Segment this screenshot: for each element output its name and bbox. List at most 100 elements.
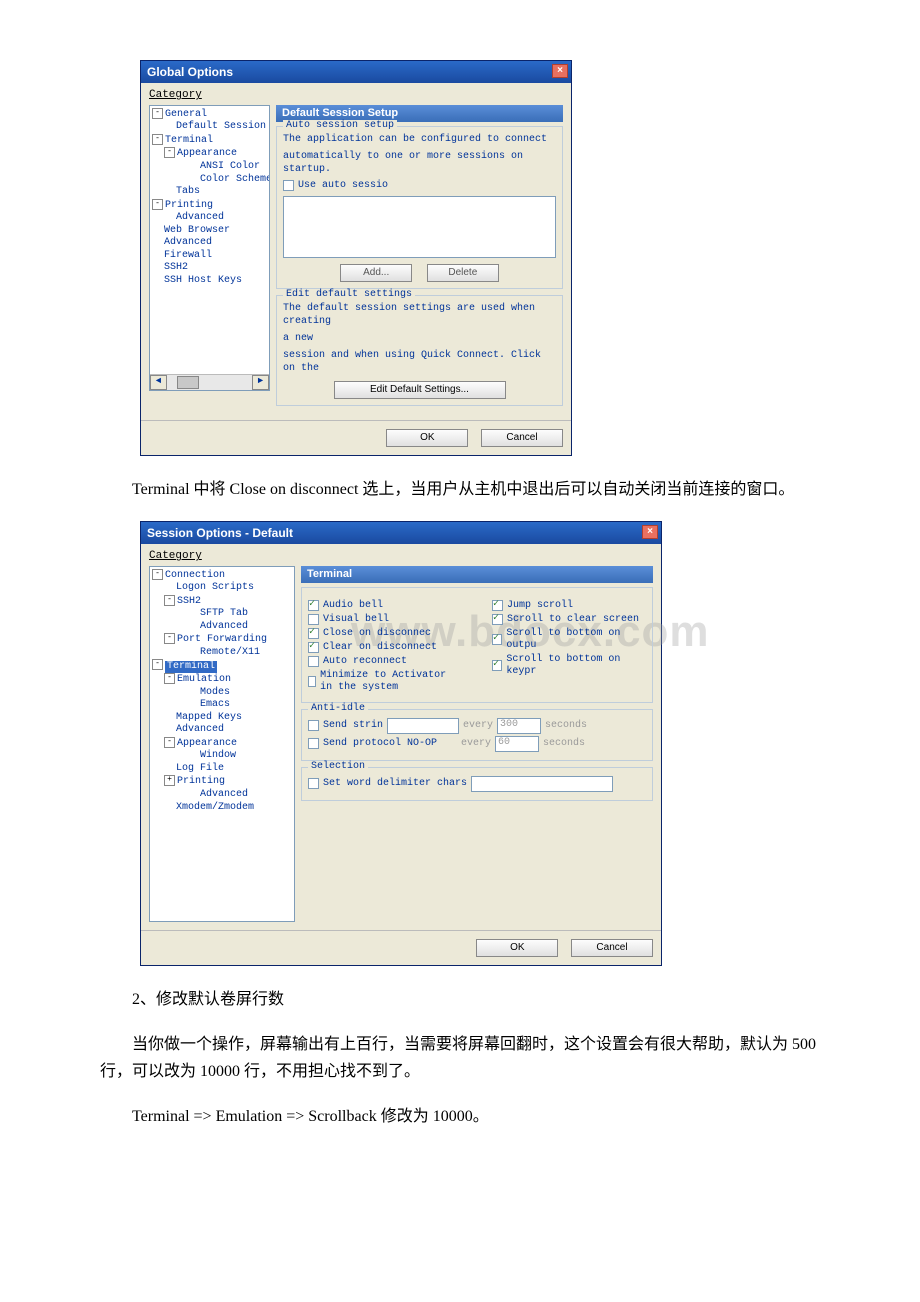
auto-reconnect-checkbox[interactable]: Auto reconnect <box>308 656 462 668</box>
audio-bell-checkbox[interactable]: Audio bell <box>308 600 462 612</box>
ok-button[interactable]: OK <box>386 429 468 447</box>
expand-icon[interactable]: - <box>152 108 163 119</box>
tree-item-advanced[interactable]: Advanced <box>176 212 224 223</box>
scroll-bottom-output-checkbox[interactable]: Scroll to bottom on outpu <box>492 628 646 652</box>
tree-item-sftp-tab[interactable]: SFTP Tab <box>200 608 248 619</box>
scroll-right-icon[interactable]: ► <box>252 375 269 390</box>
send-string-checkbox[interactable]: Send strin every 300 seconds <box>308 718 646 734</box>
tree-item-web-browser[interactable]: Web Browser <box>164 225 230 236</box>
tree-item-port-forwarding[interactable]: Port Forwarding <box>177 634 267 645</box>
category-tree[interactable]: -General Default Session -Terminal -Appe… <box>149 105 270 391</box>
category-tree[interactable]: -Connection Logon Scripts -SSH2 SFTP Tab… <box>149 566 295 922</box>
scroll-left-icon[interactable]: ◄ <box>150 375 167 390</box>
close-icon[interactable]: × <box>642 525 658 539</box>
expand-icon[interactable]: - <box>164 147 175 158</box>
tree-item-advanced[interactable]: Advanced <box>200 621 248 632</box>
tree-item-logon-scripts[interactable]: Logon Scripts <box>176 582 254 593</box>
checkbox-label: Use auto sessio <box>298 180 388 192</box>
group-title-edit: Edit default settings <box>283 289 415 301</box>
tree-item-default-session[interactable]: Default Session <box>176 121 266 132</box>
checkbox-icon[interactable] <box>308 614 319 625</box>
tree-item-appearance[interactable]: Appearance <box>177 738 237 749</box>
tree-item-xmodem[interactable]: Xmodem/Zmodem <box>176 802 254 813</box>
tree-item-remote-x11[interactable]: Remote/X11 <box>200 647 260 658</box>
scroll-clear-checkbox[interactable]: Scroll to clear screen <box>492 614 646 626</box>
tree-item-emacs[interactable]: Emacs <box>200 699 230 710</box>
expand-icon[interactable]: - <box>152 199 163 210</box>
clear-on-disconnect-checkbox[interactable]: Clear on disconnect <box>308 642 462 654</box>
use-auto-session-checkbox[interactable]: Use auto sessio <box>283 180 556 192</box>
tree-item-printing[interactable]: Printing <box>177 777 225 788</box>
tree-item-log-file[interactable]: Log File <box>176 763 224 774</box>
tree-item-advanced3[interactable]: Advanced <box>200 789 248 800</box>
checkbox-icon[interactable] <box>492 634 502 645</box>
dialog-titlebar[interactable]: Session Options - Default × <box>141 522 661 544</box>
visual-bell-checkbox[interactable]: Visual bell <box>308 614 462 626</box>
tree-item-general[interactable]: General <box>165 109 207 120</box>
checkbox-icon[interactable] <box>308 676 316 687</box>
send-string-input[interactable] <box>387 718 459 734</box>
word-delimiter-input[interactable] <box>471 776 613 792</box>
tree-scrollbar[interactable]: ◄ ► <box>150 374 269 390</box>
checkbox-icon[interactable] <box>308 720 319 731</box>
tree-item-advanced2[interactable]: Advanced <box>164 237 212 248</box>
group-title-anti-idle: Anti-idle <box>308 703 368 715</box>
noop-seconds-input[interactable]: 60 <box>495 736 539 752</box>
checkbox-icon[interactable] <box>308 600 319 611</box>
close-icon[interactable]: × <box>552 64 568 78</box>
tree-item-ssh2[interactable]: SSH2 <box>164 262 188 273</box>
scroll-thumb[interactable] <box>177 376 199 389</box>
tree-item-ssh2[interactable]: SSH2 <box>177 596 201 607</box>
tree-item-printing[interactable]: Printing <box>165 200 213 211</box>
tree-item-appearance[interactable]: Appearance <box>177 149 237 160</box>
tree-item-ssh-host-keys[interactable]: SSH Host Keys <box>164 275 242 286</box>
tree-item-terminal[interactable]: Terminal <box>165 661 217 674</box>
expand-icon[interactable]: + <box>164 775 175 786</box>
close-on-disconnect-checkbox[interactable]: Close on disconnec <box>308 628 462 640</box>
dialog-titlebar[interactable]: Global Options × <box>141 61 571 83</box>
expand-icon[interactable]: - <box>164 595 175 606</box>
add-button[interactable]: Add... <box>340 264 412 282</box>
expand-icon[interactable]: - <box>152 659 163 670</box>
checkbox-label: Scroll to clear screen <box>507 614 639 626</box>
checkbox-icon[interactable] <box>492 600 503 611</box>
expand-icon[interactable]: - <box>152 569 163 580</box>
checkbox-label: Clear on disconnect <box>323 642 437 654</box>
tree-item-window[interactable]: Window <box>200 750 236 761</box>
tree-item-mapped-keys[interactable]: Mapped Keys <box>176 712 242 723</box>
tree-item-terminal[interactable]: Terminal <box>165 135 213 146</box>
auto-session-list[interactable] <box>283 196 556 258</box>
checkbox-icon[interactable] <box>308 656 319 667</box>
checkbox-icon[interactable] <box>308 778 319 789</box>
cancel-button[interactable]: Cancel <box>481 429 563 447</box>
tree-item-tabs[interactable]: Tabs <box>176 186 200 197</box>
jump-scroll-checkbox[interactable]: Jump scroll <box>492 600 646 612</box>
ok-button[interactable]: OK <box>476 939 558 957</box>
minimize-activator-checkbox[interactable]: Minimize to Activator in the system <box>308 670 462 694</box>
cancel-button[interactable]: Cancel <box>571 939 653 957</box>
checkbox-icon[interactable] <box>492 614 503 625</box>
tree-item-emulation[interactable]: Emulation <box>177 674 231 685</box>
paragraph-1: Terminal 中将 Close on disconnect 选上，当用户从主… <box>100 476 820 503</box>
tree-item-connection[interactable]: Connection <box>165 570 225 581</box>
expand-icon[interactable]: - <box>164 737 175 748</box>
tree-item-firewall[interactable]: Firewall <box>164 250 212 261</box>
tree-item-ansi-color[interactable]: ANSI Color <box>200 161 260 172</box>
checkbox-icon[interactable] <box>283 180 294 191</box>
send-protocol-checkbox[interactable]: Send protocol NO-OP every 60 seconds <box>308 736 646 752</box>
expand-icon[interactable]: - <box>164 673 175 684</box>
delete-button[interactable]: Delete <box>427 264 499 282</box>
checkbox-icon[interactable] <box>308 642 319 653</box>
tree-item-modes[interactable]: Modes <box>200 687 230 698</box>
checkbox-icon[interactable] <box>308 738 319 749</box>
scroll-bottom-keypress-checkbox[interactable]: Scroll to bottom on keypr <box>492 654 646 678</box>
word-delimiter-checkbox[interactable]: Set word delimiter chars <box>308 776 646 792</box>
checkbox-icon[interactable] <box>492 660 502 671</box>
every-seconds-input[interactable]: 300 <box>497 718 541 734</box>
edit-default-settings-button[interactable]: Edit Default Settings... <box>334 381 506 399</box>
expand-icon[interactable]: - <box>164 633 175 644</box>
tree-item-color-schemes[interactable]: Color Schemes <box>200 174 270 185</box>
tree-item-advanced2[interactable]: Advanced <box>176 724 224 735</box>
expand-icon[interactable]: - <box>152 134 163 145</box>
checkbox-icon[interactable] <box>308 628 319 639</box>
